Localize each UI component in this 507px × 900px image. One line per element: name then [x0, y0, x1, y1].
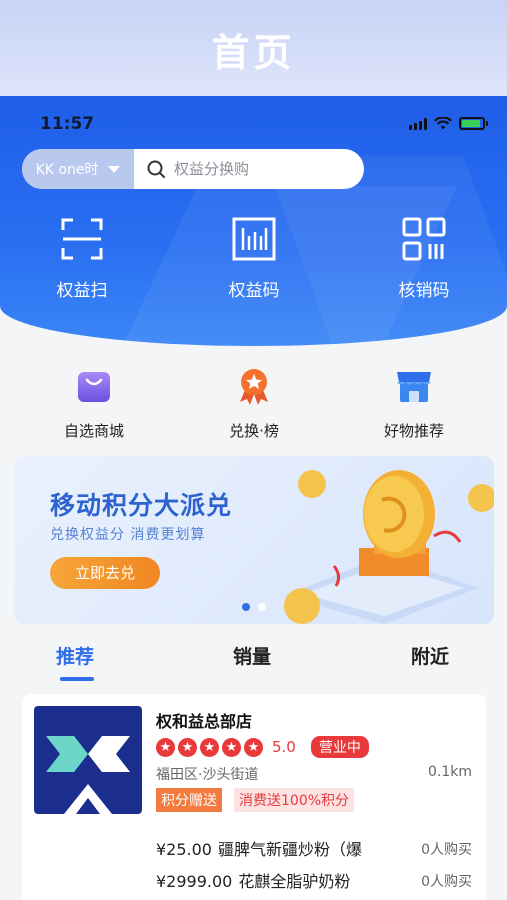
- battery-icon: [459, 117, 488, 130]
- search-box: [134, 149, 364, 189]
- store-location: 福田区·沙头街道: [156, 767, 259, 783]
- qr-code-icon: [402, 217, 446, 261]
- quick-item-label: 兑换·榜: [229, 422, 279, 440]
- city-selector[interactable]: KK one时: [22, 149, 134, 189]
- store-logo-mark-icon: [46, 736, 130, 814]
- pagination-dot-active[interactable]: [242, 603, 250, 611]
- star-icon: ★: [200, 737, 219, 757]
- product-name: 疆脾气新疆炒粉（爆: [217, 840, 362, 859]
- quick-item-recommend[interactable]: 好物推荐: [344, 366, 484, 441]
- product-row[interactable]: ¥2999.00 花麒全脂驴奶粉: [156, 868, 350, 892]
- quick-item-rank[interactable]: 兑换·榜: [184, 366, 324, 441]
- quick-item-label: 自选商城: [63, 422, 124, 440]
- shopping-bag-icon: [78, 372, 110, 402]
- product-sold-count: 0人购买: [421, 842, 472, 858]
- store-name: 权和益总部店: [156, 712, 253, 731]
- banner-title: 移动积分大派兑: [50, 491, 233, 520]
- tab-recommend[interactable]: 推荐: [56, 642, 94, 669]
- star-icon: ★: [178, 737, 197, 757]
- status-bar: 11:57: [0, 114, 507, 138]
- page-title: 首页: [211, 31, 296, 75]
- status-icons: [409, 117, 488, 130]
- points-reward-tag: 消费送100%积分: [234, 788, 355, 812]
- search-bar: KK one时: [22, 149, 364, 189]
- barcode-label: 权益码: [228, 281, 280, 301]
- city-label: KK one时: [35, 162, 99, 178]
- medal-icon: [240, 369, 268, 405]
- barcode-button[interactable]: 权益码: [194, 216, 314, 301]
- points-gift-tag: 积分赠送: [156, 788, 222, 812]
- banner-subtitle: 兑换权益分 消费更划算: [50, 527, 206, 543]
- product-name: 花麒全脂驴奶粉: [238, 872, 351, 891]
- barcode-icon: [232, 217, 276, 261]
- star-icon: ★: [222, 737, 241, 757]
- star-icon: ★: [156, 737, 175, 757]
- storefront-icon: [397, 372, 431, 402]
- verify-code-label: 核销码: [398, 281, 450, 301]
- search-icon: [147, 160, 165, 178]
- product-sold-count: 0人购买: [421, 874, 472, 890]
- verify-code-button[interactable]: 核销码: [364, 216, 484, 301]
- tab-nearby[interactable]: 附近: [411, 642, 449, 669]
- quick-item-mall[interactable]: 自选商城: [24, 366, 164, 441]
- store-rating: 5.0: [272, 738, 296, 756]
- store-logo: [34, 706, 142, 814]
- quick-item-label: 好物推荐: [383, 422, 444, 440]
- store-card[interactable]: 权和益总部店 ★ ★ ★ ★ ★ 5.0 营业中 福田区·沙头街道 0.1km …: [22, 694, 486, 900]
- tab-bar: 推荐 销量 附近: [0, 636, 507, 686]
- product-row[interactable]: ¥25.00 疆脾气新疆炒粉（爆: [156, 836, 362, 860]
- caret-down-icon: [108, 165, 121, 173]
- wifi-icon: [434, 117, 452, 130]
- promo-banner[interactable]: 移动积分大派兑 兑换权益分 消费更划算 立即去兑: [14, 456, 494, 624]
- status-time: 11:57: [40, 114, 95, 134]
- redeem-button[interactable]: 立即去兑: [50, 557, 160, 589]
- product-price: ¥2999.00: [156, 872, 233, 891]
- banner-pagination: [242, 603, 266, 611]
- pagination-dot[interactable]: [258, 603, 266, 611]
- star-icon: ★: [244, 737, 263, 757]
- page-header: 首页: [0, 0, 507, 96]
- scan-button[interactable]: 权益扫: [22, 216, 142, 301]
- scan-icon: [61, 218, 103, 260]
- tab-active-indicator: [60, 677, 94, 681]
- coin-illustration: [284, 470, 494, 624]
- cellular-signal-icon: [409, 117, 427, 130]
- store-rating-row: ★ ★ ★ ★ ★ 5.0 营业中: [156, 736, 369, 758]
- store-distance: 0.1km: [427, 764, 472, 780]
- status-badge: 营业中: [310, 736, 369, 758]
- search-input[interactable]: [174, 160, 354, 178]
- scan-label: 权益扫: [56, 281, 108, 301]
- product-price: ¥25.00: [156, 840, 212, 859]
- tab-sales[interactable]: 销量: [233, 642, 271, 669]
